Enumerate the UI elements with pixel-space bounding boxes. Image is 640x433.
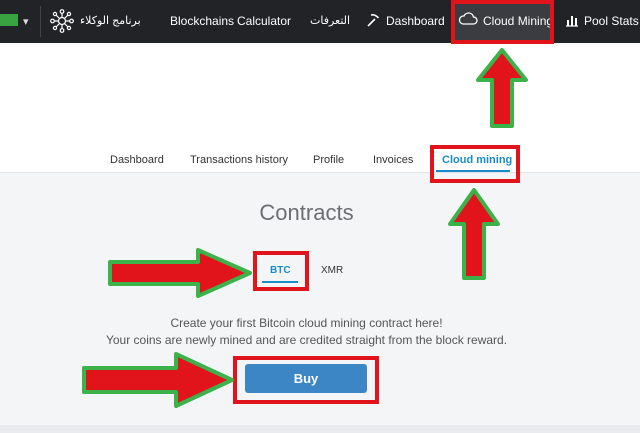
bar-chart-icon [566, 16, 578, 27]
logo[interactable] [0, 14, 18, 26]
highlight-box-cloud-mining-tab [430, 145, 520, 183]
divider [0, 172, 640, 173]
highlight-box-btc-tab [253, 251, 309, 291]
account-header [0, 43, 640, 172]
tab-invoices[interactable]: Invoices [373, 154, 413, 166]
highlight-box-buy-button [233, 356, 379, 404]
nav-pool-stats[interactable]: Pool Stats [584, 0, 639, 43]
nav-affiliate-program[interactable]: برنامج الوكلاء [80, 0, 141, 43]
footer-strip [0, 425, 640, 433]
network-hub-icon[interactable] [50, 9, 74, 33]
right-arrow-icon [82, 352, 234, 408]
nav-tariffs[interactable]: التعرفات [310, 0, 350, 43]
nav-dashboard[interactable]: Dashboard [386, 0, 445, 43]
tab-dashboard[interactable]: Dashboard [110, 154, 164, 166]
tab-profile[interactable]: Profile [313, 154, 344, 166]
info-text-line-1: Create your first Bitcoin cloud mining c… [170, 316, 443, 330]
nav-calculator[interactable]: Calculator [237, 0, 291, 43]
pickaxe-icon [367, 14, 380, 27]
info-text-line-2: Your coins are newly mined and are credi… [105, 333, 508, 347]
coin-tab-xmr[interactable]: XMR [321, 265, 343, 276]
tab-transactions-history[interactable]: Transactions history [190, 154, 288, 166]
up-arrow-icon [448, 188, 500, 280]
up-arrow-icon [476, 48, 528, 128]
divider [40, 6, 41, 37]
right-arrow-icon [108, 248, 252, 298]
highlight-box-cloud-mining-nav [451, 0, 554, 44]
chevron-down-icon[interactable]: ▾ [23, 15, 29, 28]
nav-blockchains[interactable]: Blockchains [170, 0, 234, 43]
page-title: Contracts [259, 200, 354, 225]
